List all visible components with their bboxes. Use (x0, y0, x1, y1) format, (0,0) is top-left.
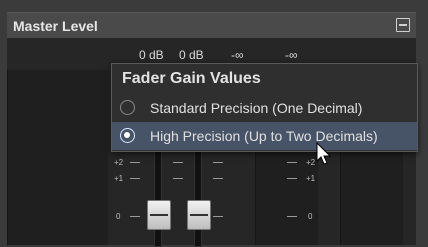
tick (130, 216, 140, 217)
tick (287, 178, 297, 179)
menu-option-high[interactable]: High Precision (Up to Two Decimals) (112, 122, 417, 150)
option-label-high: High Precision (Up to Two Decimals) (150, 128, 378, 144)
tick (213, 178, 223, 179)
meter-slot-left (7, 70, 108, 245)
scale-zero-right: 0 (308, 212, 313, 221)
scale-plus2-right: +2 (306, 158, 316, 167)
tick (287, 216, 297, 217)
scale-plus2: +2 (114, 158, 124, 167)
scale-plus1-right: +1 (306, 174, 316, 183)
tick (213, 216, 223, 217)
readout-peak-right: -∞ (285, 48, 298, 62)
level-readouts: 0 dB 0 dB -∞ -∞ (0, 48, 428, 64)
tick (130, 162, 140, 163)
scale-zero: 0 (116, 212, 121, 221)
fader-gain-menu: Fader Gain Values Standard Precision (On… (111, 63, 418, 152)
scale-plus1: +1 (114, 174, 124, 183)
option-label-standard: Standard Precision (One Decimal) (150, 100, 363, 116)
radio-unchecked-icon (120, 100, 135, 115)
tick (130, 178, 140, 179)
tick (287, 162, 297, 163)
menu-title: Fader Gain Values (122, 70, 261, 87)
readout-peak-left: -∞ (231, 48, 244, 62)
collapse-icon[interactable] (396, 18, 410, 32)
tick (173, 178, 183, 179)
tick (173, 162, 183, 163)
readout-left: 0 dB (139, 48, 164, 62)
radio-checked-icon (120, 128, 135, 143)
tick (213, 162, 223, 163)
panel-header: Master Level (7, 12, 416, 39)
readout-right: 0 dB (179, 48, 204, 62)
panel-title: Master Level (13, 18, 98, 34)
mouse-pointer-icon (316, 142, 332, 165)
fader-handle-right[interactable] (187, 200, 211, 230)
fader-handle-left[interactable] (147, 200, 171, 230)
menu-option-standard[interactable]: Standard Precision (One Decimal) (112, 94, 417, 122)
